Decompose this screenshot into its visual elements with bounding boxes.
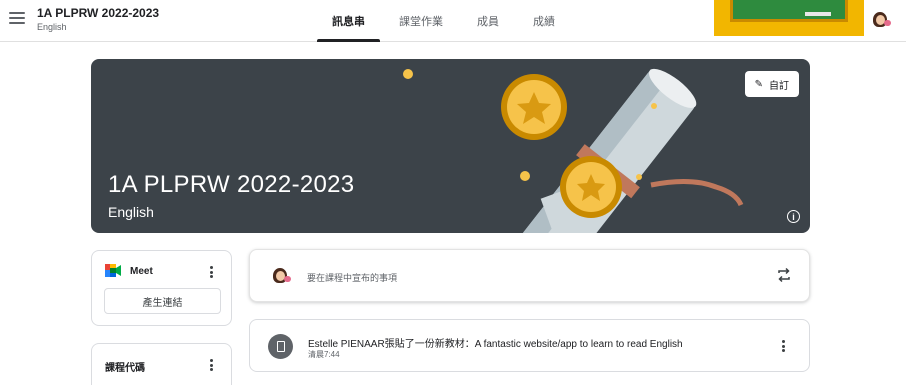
pencil-icon: ✎ bbox=[754, 78, 763, 90]
more-vert-icon[interactable] bbox=[206, 358, 216, 372]
announce-placeholder[interactable]: 要在課程中宣布的事項 bbox=[307, 271, 397, 284]
material-book-icon bbox=[268, 334, 293, 359]
top-app-bar: 1A PLPRW 2022-2023 English 訊息串 課堂作業 成員 成… bbox=[0, 0, 906, 42]
announce-box[interactable]: 要在課程中宣布的事項 bbox=[249, 249, 810, 302]
stream-post[interactable]: Estelle PIENAAR張貼了一份新教材：A fantastic webs… bbox=[249, 319, 810, 372]
tab-stream[interactable]: 訊息串 bbox=[315, 0, 382, 42]
chalkboard-image bbox=[730, 0, 848, 22]
classroom-theme-thumbnail bbox=[714, 0, 864, 36]
customize-label: 自訂 bbox=[769, 80, 789, 92]
class-code-label: 課程代碼 bbox=[105, 363, 145, 374]
more-vert-icon[interactable] bbox=[778, 339, 788, 353]
banner-class-subtitle: English bbox=[108, 204, 154, 220]
hamburger-menu-icon[interactable] bbox=[9, 12, 25, 26]
google-meet-icon bbox=[105, 264, 121, 277]
user-avatar bbox=[270, 265, 292, 287]
post-title[interactable]: Estelle PIENAAR張貼了一份新教材：A fantastic webs… bbox=[308, 335, 683, 350]
tab-grades[interactable]: 成績 bbox=[516, 0, 572, 42]
class-title[interactable]: 1A PLPRW 2022-2023 bbox=[37, 6, 159, 20]
tab-people[interactable]: 成員 bbox=[460, 0, 516, 42]
graduation-illustration bbox=[403, 68, 744, 233]
class-subtitle: English bbox=[37, 22, 67, 32]
post-time: 清晨7:44 bbox=[308, 350, 340, 359]
class-code-card: 課程代碼 bbox=[91, 343, 232, 385]
customize-button[interactable]: ✎ 自訂 bbox=[744, 71, 799, 97]
repost-icon[interactable] bbox=[777, 267, 791, 283]
tab-classwork[interactable]: 課堂作業 bbox=[382, 0, 460, 42]
tab-bar: 訊息串 課堂作業 成員 成績 bbox=[315, 0, 572, 42]
info-icon[interactable]: i bbox=[787, 210, 800, 223]
banner-class-title: 1A PLPRW 2022-2023 bbox=[108, 171, 355, 198]
generate-link-button[interactable]: 產生連結 bbox=[104, 288, 221, 314]
account-avatar[interactable] bbox=[870, 9, 892, 31]
more-vert-icon[interactable] bbox=[206, 265, 216, 279]
class-banner: ✎ 自訂 1A PLPRW 2022-2023 English i bbox=[91, 59, 810, 233]
meet-card: Meet 產生連結 bbox=[91, 250, 232, 326]
meet-label: Meet bbox=[130, 266, 153, 277]
